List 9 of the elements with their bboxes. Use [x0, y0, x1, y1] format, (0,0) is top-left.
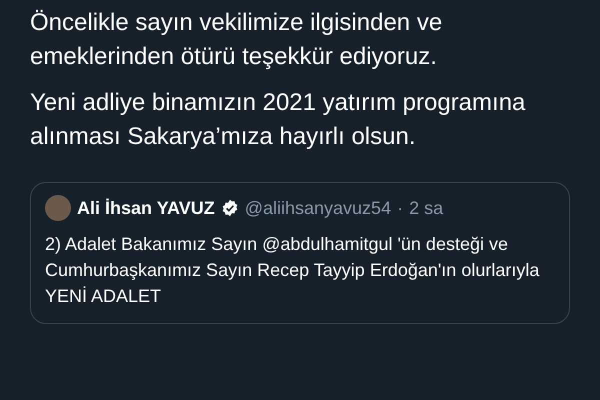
quoted-tweet-text: 2) Adalet Bakanımız Sayın @abdulhamitgul 'ün desteği ve Cumhurbaşkanımız Sayın Recep Tayyip Erdoğan'ın olurlarıyla YENİ ADALET [45, 233, 540, 308]
quoted-tweet-card[interactable]: Ali İhsan YAVUZ @aliihsanyavuz54 · 2 sa 2) Adalet Bakanımız Sayın @abdulhamitgul 'ün desteği ve Cumhurbaşkanımız Sayın Recep Tayyip Erdoğan'ın olurlarıyla YENİ ADALET [30, 182, 570, 324]
tweet-text: Öncelikle sayın vekilimize ilgisinden ve emeklerinden ötürü teşekkür ediyoruz. [30, 8, 444, 72]
avatar [45, 195, 71, 221]
separator-dot: · [397, 198, 404, 218]
author-name: Ali İhsan YAVUZ [77, 198, 215, 218]
tweet-time: 2 sa [409, 198, 444, 218]
author-handle: @aliihsanyavuz54 [244, 198, 392, 218]
tweet-text: Yeni adliye binamızın 2021 yatırım programına alınması Sakarya’mıza hayırlı olsun. [30, 88, 526, 152]
